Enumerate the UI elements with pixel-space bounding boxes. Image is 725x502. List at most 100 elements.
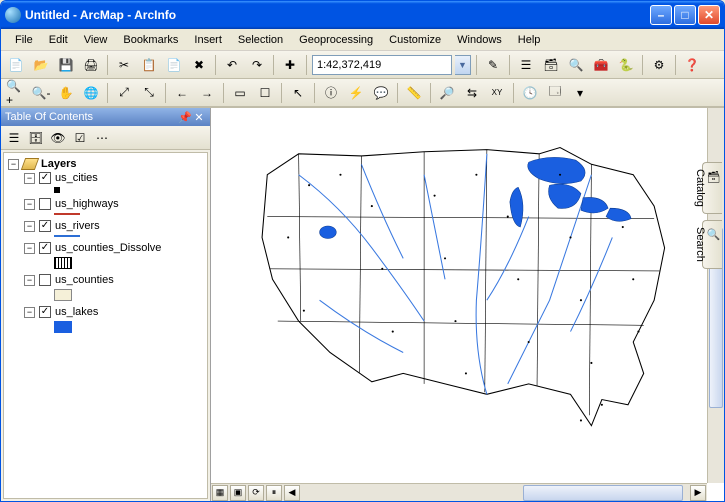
collapse-icon[interactable]: − [24, 221, 35, 232]
collapse-icon[interactable]: − [24, 199, 35, 210]
zoom-out-button[interactable]: 🔍- [30, 82, 52, 104]
fixed-zoom-in-button[interactable]: ⤢ [113, 82, 135, 104]
layer-row[interactable]: − ✓ us_lakes [24, 305, 203, 319]
open-button[interactable]: 📂 [30, 54, 52, 76]
menu-view[interactable]: View [76, 32, 116, 48]
layer-checkbox[interactable] [39, 198, 51, 210]
menu-customize[interactable]: Customize [381, 32, 449, 48]
collapse-icon[interactable]: − [24, 307, 35, 318]
map-canvas[interactable] [215, 112, 696, 447]
copy-button[interactable]: 📋 [138, 54, 160, 76]
menu-insert[interactable]: Insert [186, 32, 230, 48]
menu-help[interactable]: Help [510, 32, 549, 48]
select-elements-button[interactable]: ↖ [287, 82, 309, 104]
pause-drawing-button[interactable]: ⏸ [266, 485, 282, 501]
undo-button[interactable]: ↶ [221, 54, 243, 76]
add-data-button[interactable]: ✚ [279, 54, 301, 76]
layer-label[interactable]: us_lakes [55, 306, 98, 318]
layer-checkbox[interactable]: ✓ [39, 242, 51, 254]
layer-checkbox[interactable]: ✓ [39, 172, 51, 184]
close-panel-icon[interactable]: ✕ [192, 111, 206, 124]
maximize-button[interactable]: □ [674, 5, 696, 25]
data-view-button[interactable]: ▦ [212, 485, 228, 501]
map-view[interactable]: ▦ ▣ ⟳ ⏸ ◀ ▶ [211, 108, 724, 501]
whats-this-button[interactable]: ❓ [681, 54, 703, 76]
search-tab[interactable]: 🔍 Search [702, 220, 722, 269]
menu-edit[interactable]: Edit [41, 32, 76, 48]
list-by-source-button[interactable]: 🗄 [26, 128, 46, 148]
cut-button[interactable]: ✂ [113, 54, 135, 76]
minimize-button[interactable]: – [650, 5, 672, 25]
layer-label[interactable]: us_cities [55, 172, 98, 184]
horizontal-scrollbar[interactable] [303, 485, 687, 501]
pin-icon[interactable]: 📌 [178, 111, 192, 124]
redo-button[interactable]: ↷ [246, 54, 268, 76]
python-window-button[interactable]: 🐍 [615, 54, 637, 76]
scale-input[interactable]: 1:42,372,419 [312, 55, 452, 75]
layer-label[interactable]: us_rivers [55, 220, 100, 232]
menu-windows[interactable]: Windows [449, 32, 510, 48]
layer-checkbox[interactable] [39, 274, 51, 286]
editor-toolbar-button[interactable]: ✎ [482, 54, 504, 76]
model-builder-button[interactable]: ⚙ [648, 54, 670, 76]
clear-selection-button[interactable]: ☐ [254, 82, 276, 104]
list-by-selection-button[interactable]: ☑ [70, 128, 90, 148]
layers-root[interactable]: − Layers [8, 157, 203, 171]
layer-row[interactable]: − ✓ us_rivers [24, 219, 203, 233]
search-window-button[interactable]: 🔍 [565, 54, 587, 76]
close-button[interactable]: ✕ [698, 5, 720, 25]
scale-dropdown[interactable]: ▼ [455, 55, 471, 75]
layer-label[interactable]: us_highways [55, 198, 119, 210]
time-slider-button[interactable]: 🕓 [519, 82, 541, 104]
catalog-tab[interactable]: 🗃 Catalog [702, 162, 722, 214]
toolbox-button[interactable]: 🧰 [590, 54, 612, 76]
more-tools-button[interactable]: ▾ [569, 82, 591, 104]
collapse-icon[interactable]: − [24, 243, 35, 254]
refresh-button[interactable]: ⟳ [248, 485, 264, 501]
delete-button[interactable]: ✖ [188, 54, 210, 76]
find-button[interactable]: 🔎 [436, 82, 458, 104]
find-route-button[interactable]: ⇆ [461, 82, 483, 104]
layout-view-button[interactable]: ▣ [230, 485, 246, 501]
identify-button[interactable]: ⓘ [320, 82, 342, 104]
list-by-visibility-button[interactable]: 👁 [48, 128, 68, 148]
zoom-in-button[interactable]: 🔍+ [5, 82, 27, 104]
paste-button[interactable]: 📄 [163, 54, 185, 76]
list-by-drawing-order-button[interactable]: ☰ [4, 128, 24, 148]
layer-row[interactable]: − ✓ us_counties_Dissolve [24, 241, 203, 255]
menu-bookmarks[interactable]: Bookmarks [115, 32, 186, 48]
scroll-left-button[interactable]: ◀ [284, 485, 300, 501]
new-button[interactable]: 📄 [5, 54, 27, 76]
collapse-icon[interactable]: − [24, 275, 35, 286]
layer-label[interactable]: us_counties [55, 274, 114, 286]
toc-button[interactable]: ☰ [515, 54, 537, 76]
create-viewer-button[interactable]: 🗔 [544, 82, 566, 104]
html-popup-button[interactable]: 💬 [370, 82, 392, 104]
scrollbar-thumb[interactable] [523, 485, 683, 501]
toc-header[interactable]: Table Of Contents 📌 ✕ [1, 108, 210, 126]
layers-label[interactable]: Layers [41, 158, 76, 170]
full-extent-button[interactable]: 🌐 [80, 82, 102, 104]
pan-button[interactable]: ✋ [55, 82, 77, 104]
collapse-icon[interactable]: − [8, 159, 19, 170]
fixed-zoom-out-button[interactable]: ⤡ [138, 82, 160, 104]
measure-button[interactable]: 📏 [403, 82, 425, 104]
goto-xy-button[interactable]: XY [486, 82, 508, 104]
layer-checkbox[interactable]: ✓ [39, 220, 51, 232]
layer-checkbox[interactable]: ✓ [39, 306, 51, 318]
select-features-button[interactable]: ▭ [229, 82, 251, 104]
layer-label[interactable]: us_counties_Dissolve [55, 242, 161, 254]
menu-file[interactable]: File [7, 32, 41, 48]
layer-row[interactable]: − ✓ us_cities [24, 171, 203, 185]
options-button[interactable]: ⋯ [92, 128, 112, 148]
collapse-icon[interactable]: − [24, 173, 35, 184]
print-button[interactable]: 🖨 [80, 54, 102, 76]
menu-selection[interactable]: Selection [230, 32, 291, 48]
save-button[interactable]: 💾 [55, 54, 77, 76]
hyperlink-button[interactable]: ⚡ [345, 82, 367, 104]
forward-extent-button[interactable]: → [196, 82, 218, 104]
scroll-right-button[interactable]: ▶ [690, 485, 706, 501]
layer-row[interactable]: − us_highways [24, 197, 203, 211]
catalog-window-button[interactable]: 🗃 [540, 54, 562, 76]
menu-geoprocessing[interactable]: Geoprocessing [291, 32, 381, 48]
